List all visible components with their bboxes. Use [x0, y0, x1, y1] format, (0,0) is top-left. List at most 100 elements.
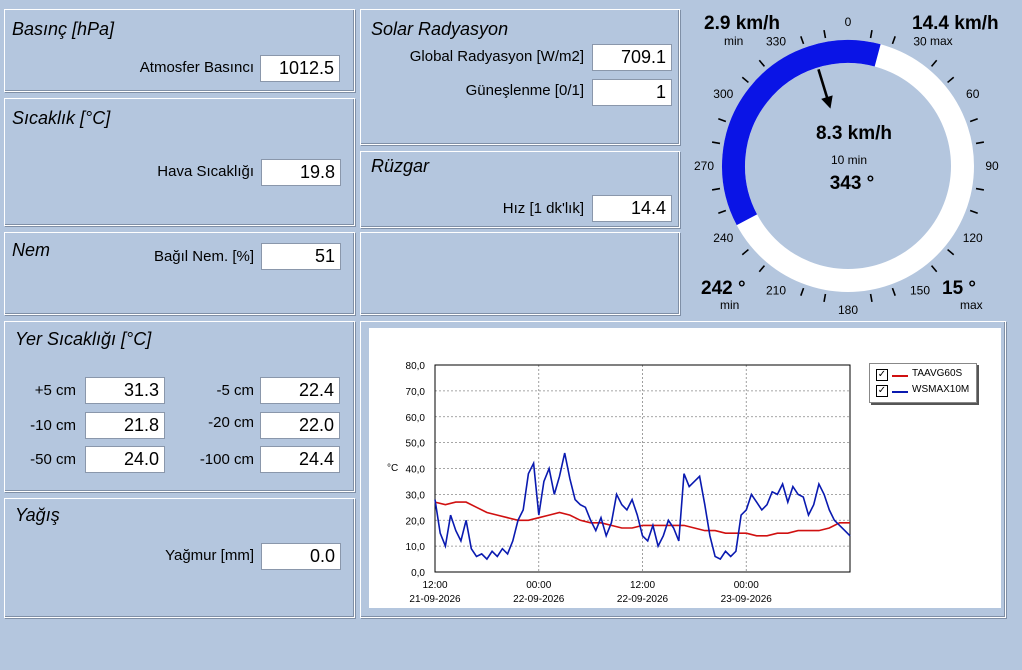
- gauge-tick: [975, 187, 985, 191]
- wind-panel: Rüzgar Hız [1 dk'lık] 14.4: [360, 151, 680, 228]
- chart-xtick-time: 12:00: [422, 580, 447, 591]
- soil-value-m10: 21.8: [85, 412, 165, 439]
- chart-area: 12:00 21-09-2026 00:00 22-09-2026 12:00 22-09…: [369, 328, 1001, 608]
- humidity-panel: Nem Bağıl Nem. [%] 51: [4, 232, 355, 315]
- legend-label-wsmax: WSMAX10M: [912, 384, 970, 395]
- humidity-value: 51: [261, 243, 341, 270]
- chart-xtick-time: 00:00: [734, 580, 759, 591]
- gauge-tick: [891, 287, 896, 296]
- chart-ytick-label: 20,0: [406, 516, 426, 527]
- soil-temp-title: Yer Sıcaklığı [°C]: [15, 329, 152, 349]
- gauge-tick: [758, 265, 766, 273]
- soil-label-5: +5 cm: [34, 382, 76, 399]
- legend-checkbox-taavg[interactable]: ✓: [876, 369, 888, 381]
- soil-label-m10: -10 cm: [30, 417, 76, 434]
- soil-temp-panel: Yer Sıcaklığı [°C] +5 cm 31.3 -5 cm 22.4…: [4, 321, 355, 492]
- gauge-tick: [930, 265, 938, 273]
- soil-label-m50: -50 cm: [30, 451, 76, 468]
- gauge-tick: [741, 248, 749, 256]
- legend-line-wsmax: [892, 391, 908, 393]
- gauge-tick-label: 30: [913, 34, 927, 48]
- gauge-center-speed: 8.3 km/h: [815, 123, 893, 144]
- gauge-tick: [947, 76, 955, 84]
- pressure-value: 1012.5: [260, 55, 340, 82]
- sunshine-value: 1: [592, 79, 672, 106]
- chart-xtick-time: 12:00: [630, 580, 655, 591]
- chart-xtick-date: 22-09-2026: [513, 594, 565, 605]
- legend-label-taavg: TAAVG60S: [912, 368, 963, 379]
- gauge-tick: [718, 209, 727, 214]
- temperature-label: Hava Sıcaklığı: [157, 163, 254, 180]
- gauge-tick-label: 210: [766, 284, 786, 298]
- soil-label-m5: -5 cm: [216, 382, 255, 399]
- gauge-tick: [975, 141, 985, 145]
- gauge-tick: [711, 141, 721, 145]
- chart-ytick-label: 70,0: [406, 387, 426, 398]
- wind-title: Rüzgar: [371, 156, 430, 176]
- rain-title: Yağış: [15, 505, 60, 525]
- pressure-label: Atmosfer Basıncı: [139, 59, 254, 76]
- gauge-tick-label: 330: [766, 34, 786, 48]
- gauge-tick-label: 270: [694, 159, 714, 173]
- chart-panel: 12:00 21-09-2026 00:00 22-09-2026 12:00 22-09…: [360, 321, 1006, 618]
- chart-ytick-label: 0,0: [411, 568, 425, 579]
- temperature-panel: Sıcaklık [°C] Hava Sıcaklığı 19.8: [4, 98, 355, 226]
- sunshine-label: Güneşlenme [0/1]: [465, 82, 584, 99]
- gauge-speed-min-label: min: [724, 34, 744, 48]
- chart-ytick-label: 40,0: [406, 465, 426, 476]
- gauge-tick: [930, 59, 938, 67]
- chart-xtick-date: 22-09-2026: [617, 594, 669, 605]
- chart-xtick-time: 00:00: [526, 580, 551, 591]
- gauge-tick-label: 240: [713, 231, 733, 245]
- gauge-tick: [800, 36, 805, 45]
- gauge-dir-max-label: max: [960, 298, 983, 312]
- soil-value-m50: 24.0: [85, 446, 165, 473]
- chart-xtick-date: 21-09-2026: [409, 594, 461, 605]
- gauge-tick-label: 60: [966, 87, 980, 101]
- gauge-tick: [741, 76, 749, 84]
- rain-panel: Yağış Yağmur [mm] 0.0: [4, 498, 355, 618]
- wind-gauge: 0 30 60 90 120 150 180 210 240 270 300 330 2.9 km/h…: [684, 4, 1022, 317]
- gauge-tick-label: 150: [910, 284, 930, 298]
- chart-ytick-label: 50,0: [406, 439, 426, 450]
- empty-panel: [360, 232, 680, 315]
- pressure-panel: Basınç [hPa] Atmosfer Basıncı 1012.5: [4, 9, 355, 92]
- gauge-tick: [869, 293, 873, 303]
- soil-label-m100: -100 cm: [199, 451, 254, 468]
- gauge-tick: [969, 118, 978, 123]
- solar-panel: Solar Radyasyon Global Radyasyon [W/m2] …: [360, 9, 680, 145]
- chart-xtick-date: 23-09-2026: [721, 594, 773, 605]
- gauge-tick-label: 300: [713, 87, 733, 101]
- temperature-title: Sıcaklık [°C]: [12, 108, 111, 128]
- soil-value-m5: 22.4: [260, 377, 340, 404]
- gauge-tick: [869, 29, 873, 39]
- gauge-speed-min: 2.9 km/h: [704, 13, 781, 34]
- chart-ytick-label: 30,0: [406, 490, 426, 501]
- gauge-dir-min: 242 °: [701, 278, 746, 299]
- soil-value-m20: 22.0: [260, 412, 340, 439]
- gauge-tick: [718, 118, 727, 123]
- legend-checkbox-wsmax[interactable]: ✓: [876, 385, 888, 397]
- gauge-tick: [800, 287, 805, 296]
- rain-value: 0.0: [261, 543, 341, 570]
- gauge-tick: [758, 59, 766, 67]
- global-radiation-label: Global Radyasyon [W/m2]: [409, 48, 584, 65]
- humidity-label: Bağıl Nem. [%]: [153, 248, 254, 265]
- gauge-dir-max: 15 °: [942, 278, 977, 299]
- gauge-tick: [947, 248, 955, 256]
- gauge-speed-max: 14.4 km/h: [912, 13, 999, 34]
- gauge-speed-max-label: max: [930, 34, 953, 48]
- chart-ytick-label: 80,0: [406, 361, 426, 372]
- chart-ytick-label: 60,0: [406, 413, 426, 424]
- chart-ylabel: °C: [387, 463, 398, 474]
- global-radiation-value: 709.1: [592, 44, 672, 71]
- gauge-tick: [969, 209, 978, 214]
- gauge-center-period: 10 min: [830, 153, 868, 167]
- legend-line-taavg: [892, 375, 908, 377]
- chart-legend: ✓ TAAVG60S ✓ WSMAX10M: [869, 363, 977, 403]
- gauge-tick: [823, 29, 827, 39]
- soil-value-m100: 24.4: [260, 446, 340, 473]
- solar-title: Solar Radyasyon: [371, 19, 509, 39]
- gauge-tick-label: 120: [963, 231, 983, 245]
- pressure-title: Basınç [hPa]: [12, 19, 115, 39]
